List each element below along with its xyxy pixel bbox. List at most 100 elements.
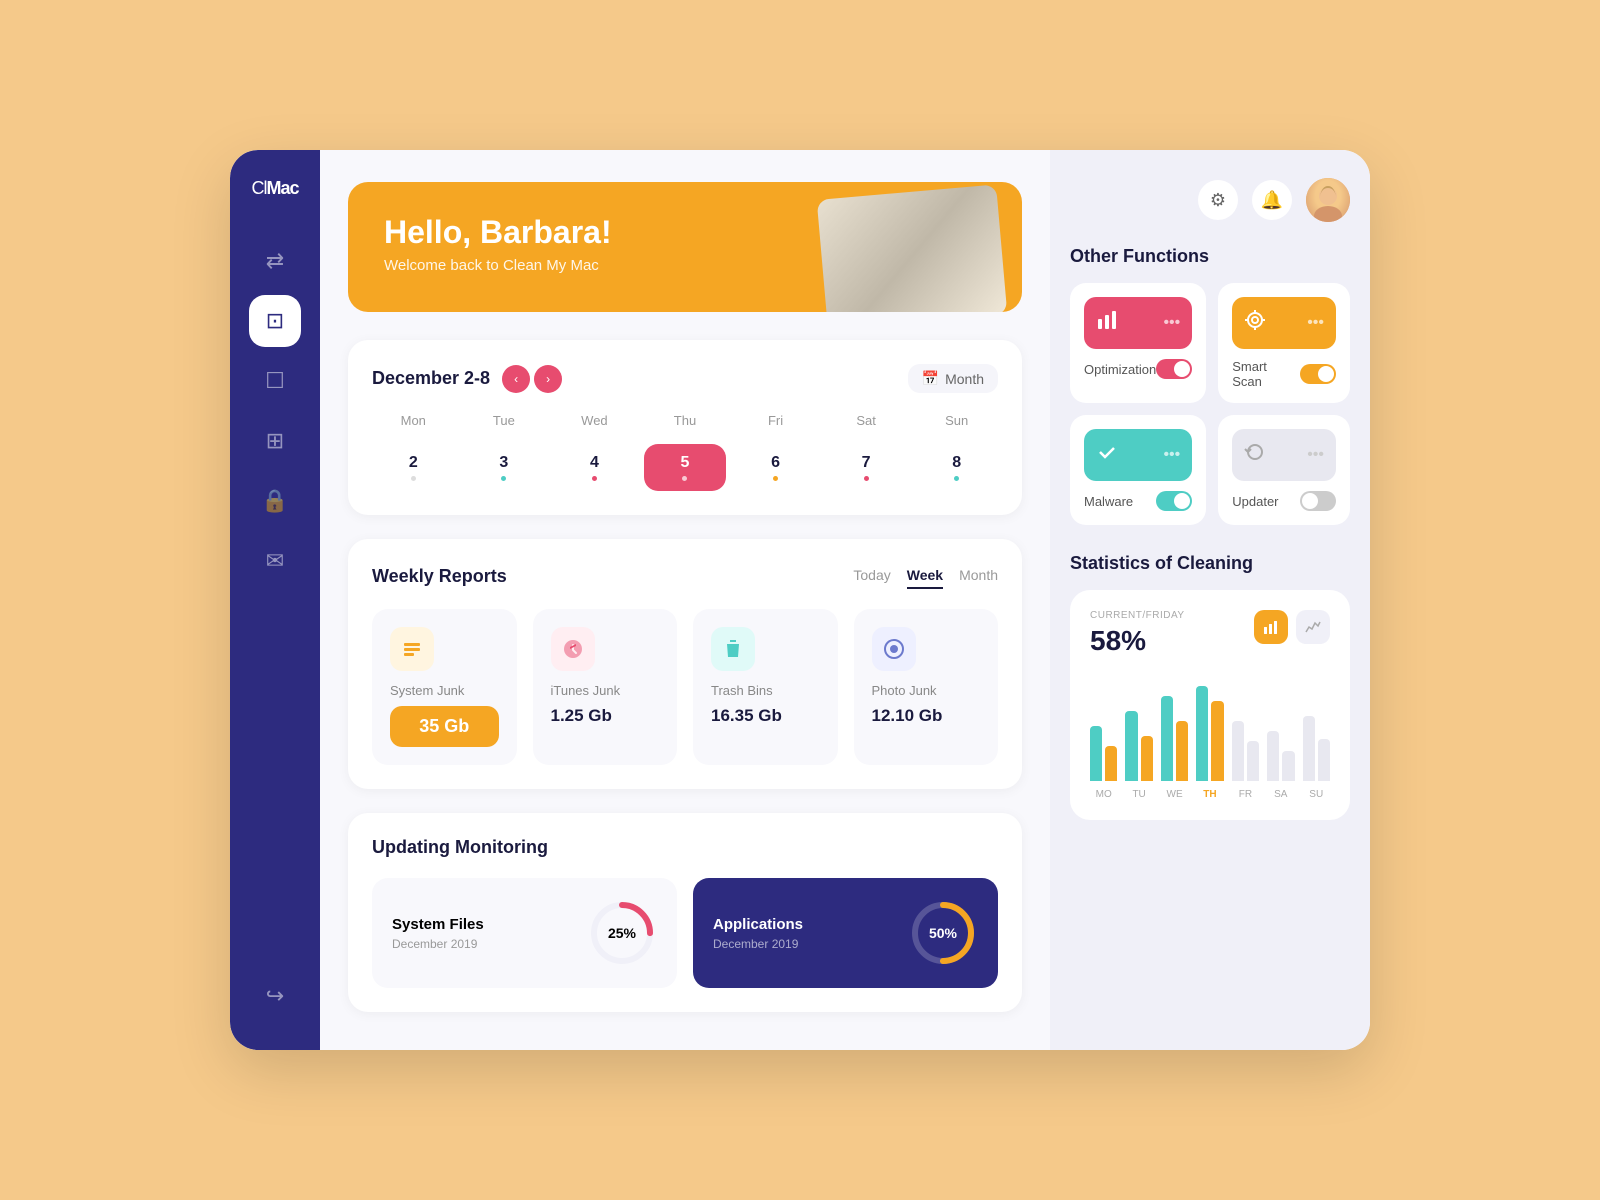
day-dot-sun [954,476,959,481]
logout-icon: ↪ [266,983,284,1009]
logout-button[interactable]: ↪ [249,970,301,1022]
smart-scan-icon [1244,309,1266,337]
updater-menu[interactable]: ••• [1307,446,1324,464]
day-fri[interactable]: 6 [734,444,817,491]
notifications-button[interactable]: 🔔 [1252,180,1292,220]
chart-group-th [1196,686,1223,781]
function-card-malware: ••• Malware [1070,415,1206,525]
folder-icon: ☐ [265,368,285,394]
day-sun[interactable]: 8 [915,444,998,491]
day-mon[interactable]: 2 [372,444,455,491]
itunes-junk-value: 1.25 Gb [551,706,612,726]
smart-scan-label: Smart Scan [1232,359,1300,389]
day-sat[interactable]: 7 [825,444,908,491]
reports-cards: System Junk 35 Gb iTunes Junk 1.25 Gb [372,609,998,765]
function-card-updater: ••• Updater [1218,415,1350,525]
applications-date: December 2019 [713,937,803,951]
system-junk-value: 35 Gb [390,706,499,747]
monitor-card-applications: Applications December 2019 50% [693,878,998,988]
optimization-icon [1096,309,1118,337]
day-header-mon: Mon [372,413,455,428]
system-files-date: December 2019 [392,937,484,951]
day-tue[interactable]: 3 [463,444,546,491]
user-avatar[interactable] [1306,178,1350,222]
reports-title: Weekly Reports [372,566,507,587]
day-header-sat: Sat [825,413,908,428]
system-files-name: System Files [392,916,484,933]
report-card-itunes-junk: iTunes Junk 1.25 Gb [533,609,678,765]
sidebar-item-monitor[interactable]: ⊡ [249,295,301,347]
sidebar-item-lock[interactable]: 🔒 [249,475,301,527]
period-tab-today[interactable]: Today [853,563,890,589]
calendar-header: December 2-8 ‹ › 📅 Month [372,364,998,393]
chart-group-tu [1125,711,1152,781]
updater-icon [1244,441,1266,469]
other-functions-section: Other Functions ••• Optimization [1070,246,1350,529]
chart-label-su: SU [1303,789,1330,800]
day-header-tue: Tue [463,413,546,428]
next-arrow[interactable]: › [534,365,562,393]
period-tab-week[interactable]: Week [907,563,943,589]
other-functions-title: Other Functions [1070,246,1350,267]
chart-label-mo: MO [1090,789,1117,800]
bell-icon: 🔔 [1261,190,1283,211]
applications-name: Applications [713,916,803,933]
calendar-days: Mon Tue Wed Thu Fri Sat Sun 2 3 4 [372,413,998,491]
optimization-menu[interactable]: ••• [1163,314,1180,332]
chart-label-we: WE [1161,789,1188,800]
trash-bins-value: 16.35 Gb [711,706,782,726]
day-dot-sat [864,476,869,481]
functions-grid: ••• Optimization ••• [1070,283,1350,525]
trash-bins-icon [711,627,755,671]
settings-icon: ⚙ [1210,190,1226,211]
sidebar-item-mail[interactable]: ✉ [249,535,301,587]
stats-card: CURRENT/FRIDAY 58% [1070,590,1350,820]
malware-toggle[interactable] [1156,491,1192,511]
sidebar-item-folder[interactable]: ☐ [249,355,301,407]
updater-toggle[interactable] [1300,491,1336,511]
report-card-system-junk: System Junk 35 Gb [372,609,517,765]
function-card-smart-scan: ••• Smart Scan [1218,283,1350,403]
trash-bins-label: Trash Bins [711,683,773,698]
stats-bar-chart-button[interactable] [1254,610,1288,644]
filter-icon: ⇄ [266,248,284,274]
report-card-trash-bins: Trash Bins 16.35 Gb [693,609,838,765]
calendar-icon: 📅 [922,370,939,387]
period-tab-month[interactable]: Month [959,563,998,589]
day-wed[interactable]: 4 [553,444,636,491]
day-header-wed: Wed [553,413,636,428]
malware-icon [1096,441,1118,469]
updater-card-top: ••• [1232,429,1336,481]
lock-icon: 🔒 [261,488,288,514]
smart-scan-toggle[interactable] [1300,364,1336,384]
day-dot-fri [773,476,778,481]
optimization-toggle[interactable] [1156,359,1192,379]
photo-junk-value: 12.10 Gb [872,706,943,726]
day-thu[interactable]: 5 [644,444,727,491]
stats-chart [1090,681,1330,781]
chart-label-th: TH [1196,789,1223,800]
day-dot-thu [682,476,687,481]
stats-line-chart-button[interactable] [1296,610,1330,644]
monitoring-cards: System Files December 2019 25% Applic [372,878,998,988]
updater-label: Updater [1232,494,1278,509]
nav-arrows: ‹ › [502,365,562,393]
month-button[interactable]: 📅 Month [908,364,998,393]
chart-labels: MO TU WE TH FR SA SU [1090,789,1330,800]
prev-arrow[interactable]: ‹ [502,365,530,393]
day-dot-tue [501,476,506,481]
malware-menu[interactable]: ••• [1163,446,1180,464]
sidebar-item-sliders[interactable]: ⊞ [249,415,301,467]
optimization-card-top: ••• [1084,297,1192,349]
chart-group-su [1303,716,1330,781]
monitor-icon: ⊡ [266,308,284,334]
function-card-optimization: ••• Optimization [1070,283,1206,403]
chart-label-sa: SA [1267,789,1294,800]
settings-button[interactable]: ⚙ [1198,180,1238,220]
hero-banner: Hello, Barbara! Welcome back to Clean My… [348,182,1022,312]
sidebar: ClMac ⇄ ⊡ ☐ ⊞ 🔒 ✉ ↪ [230,150,320,1050]
smart-scan-menu[interactable]: ••• [1307,314,1324,332]
applications-progress: 50% [908,898,978,968]
chart-label-tu: TU [1125,789,1152,800]
sidebar-item-filter[interactable]: ⇄ [249,235,301,287]
